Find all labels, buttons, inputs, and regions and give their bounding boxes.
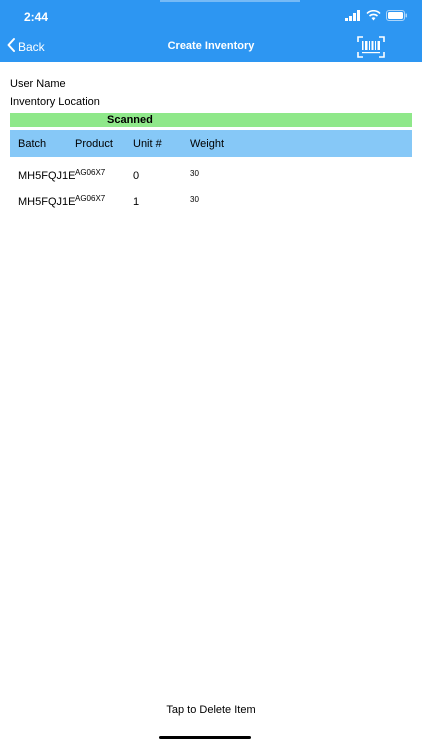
battery-icon [386,8,408,26]
table-header: Batch Product Unit # Weight [10,130,412,157]
table-row[interactable]: MH5FQJ1E AG06X7 0 30 [10,166,412,186]
cell-weight: 30 [190,169,199,178]
navigation-bar: Back Create Inventory [0,32,422,62]
top-bar: 2:44 Back Create Inventory [0,0,422,62]
cell-batch: MH5FQJ1E [18,170,76,182]
home-indicator[interactable] [159,736,251,739]
table-row[interactable]: MH5FQJ1E AG06X7 1 30 [10,192,412,212]
wifi-icon [366,8,381,26]
header-product: Product [75,138,113,150]
cell-unit: 0 [133,170,140,182]
inventory-location-label: Inventory Location [10,96,100,108]
header-batch: Batch [18,138,47,150]
cell-product: AG06X7 [75,194,106,203]
status-icons [345,8,408,26]
status-bar: 2:44 [0,0,422,32]
status-time: 2:44 [24,10,49,24]
cell-weight: 30 [190,195,199,204]
barcode-scan-icon [356,36,386,63]
barcode-scan-button[interactable] [356,35,386,59]
cellular-icon [345,8,361,26]
scanned-banner: Scanned [10,113,412,127]
cell-batch: MH5FQJ1E [18,196,76,208]
delete-item-button[interactable]: Tap to Delete Item [0,704,422,716]
user-name-label: User Name [10,78,66,90]
notch-highlight [160,0,300,2]
cell-unit: 1 [133,196,140,208]
header-weight: Weight [190,138,225,150]
header-unit: Unit # [133,138,162,150]
cell-product: AG06X7 [75,168,106,177]
